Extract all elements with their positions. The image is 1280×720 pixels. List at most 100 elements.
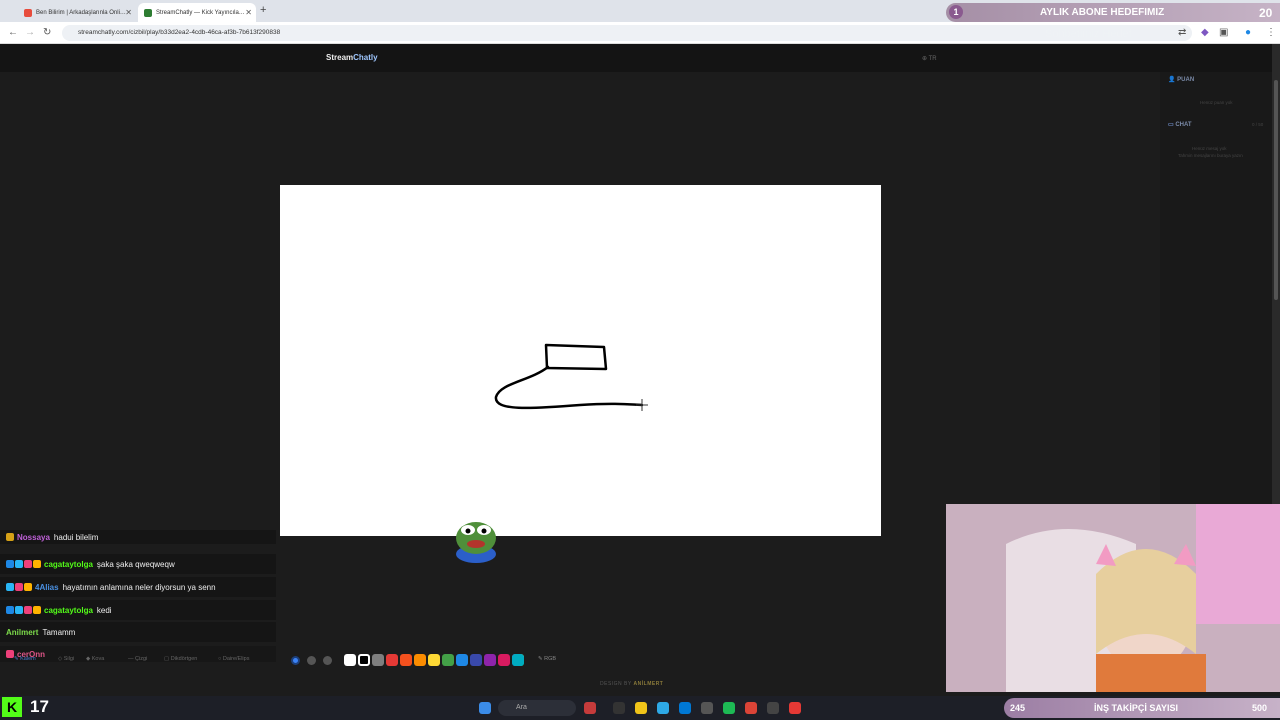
color-swatch[interactable]	[358, 654, 370, 666]
eraser-icon: ◇	[58, 656, 63, 662]
follower-goal-target: 500	[1252, 703, 1268, 713]
tool-label: Silgi	[63, 656, 75, 662]
brush-size-large[interactable]	[323, 656, 332, 665]
file-explorer-icon[interactable]	[635, 702, 647, 714]
chat-count: 0 / 50	[1252, 122, 1264, 127]
color-swatch[interactable]	[470, 654, 482, 666]
color-swatch[interactable]	[400, 654, 412, 666]
tool-bucket[interactable]: ◆ Kova	[86, 656, 104, 662]
menu-icon[interactable]: ⋮	[1266, 27, 1276, 38]
badge-icon	[6, 533, 14, 541]
app-taskbar-icon[interactable]	[584, 702, 596, 714]
forward-icon[interactable]: →	[25, 27, 35, 38]
moderator-badge-icon	[6, 560, 14, 568]
eyedropper-icon: ✎	[538, 656, 543, 662]
color-swatch[interactable]	[442, 654, 454, 666]
user-badges	[6, 606, 41, 614]
back-icon[interactable]: ←	[8, 27, 18, 38]
chat-username[interactable]: cagataytolga	[44, 560, 93, 569]
diamond-badge-icon	[15, 560, 23, 568]
tool-label: Kova	[91, 656, 105, 662]
url-text: streamchatly.com/cizbil/play/b33d2ea2-4c…	[78, 29, 281, 36]
chat-empty-hint: Tahmin mesajlarını buraya yazın	[1178, 153, 1243, 158]
chat-username[interactable]: 4Alias	[35, 583, 59, 592]
cat-badge-icon	[15, 583, 23, 591]
tool-eraser[interactable]: ◇ Silgi	[58, 656, 74, 662]
language-selector[interactable]: ⊕ TR	[922, 55, 937, 62]
spotify-icon[interactable]	[723, 702, 735, 714]
footer-brand: ANİLMERT	[633, 681, 664, 687]
score-title: 👤 PUAN	[1168, 76, 1194, 83]
color-swatch[interactable]	[372, 654, 384, 666]
moderator-badge-icon	[6, 606, 14, 614]
goal-number: 1	[949, 5, 963, 19]
recording-app-icon[interactable]	[789, 702, 801, 714]
store-icon[interactable]	[701, 702, 713, 714]
profile-avatar-icon[interactable]: ●	[1245, 27, 1251, 38]
close-tab-icon[interactable]: ✕	[245, 8, 252, 17]
pencil-icon: ✎	[14, 656, 19, 662]
logo-text: Stream	[326, 53, 354, 62]
bucket-icon: ◆	[86, 656, 91, 662]
sketch-boot-sole	[494, 365, 644, 410]
cat-badge-icon	[24, 606, 32, 614]
obs-icon[interactable]	[767, 702, 779, 714]
sketch-boot-top	[544, 343, 608, 371]
scrollbar-thumb[interactable]	[1274, 80, 1278, 300]
color-swatch[interactable]	[344, 654, 356, 666]
mail-icon[interactable]	[679, 702, 691, 714]
kick-logo: K	[2, 697, 22, 717]
pepe-emote-icon	[456, 522, 496, 563]
drawing-canvas[interactable]	[280, 185, 881, 536]
chrome-icon[interactable]	[745, 702, 757, 714]
app-logo[interactable]: StreamChatly	[326, 53, 378, 62]
color-swatch[interactable]	[386, 654, 398, 666]
color-swatch[interactable]	[414, 654, 426, 666]
extensions-puzzle-icon[interactable]: ▣	[1219, 27, 1228, 38]
color-swatch[interactable]	[498, 654, 510, 666]
task-view-icon[interactable]	[613, 702, 625, 714]
color-swatch[interactable]	[484, 654, 496, 666]
brush-size-small[interactable]	[291, 656, 300, 665]
chat-message-row: 4Alias hayatımın anlamına neler diyorsun…	[0, 577, 276, 597]
kick-viewer-count: 17	[30, 697, 49, 716]
cat-badge-icon	[24, 560, 32, 568]
brush-size-medium[interactable]	[307, 656, 316, 665]
webcam-feed	[946, 504, 1280, 692]
close-tab-icon[interactable]: ✕	[125, 8, 132, 17]
chat-message-text: kedi	[96, 605, 112, 615]
rgb-button[interactable]: ✎ RGB	[538, 656, 556, 662]
tool-line[interactable]: — Çizgi	[128, 656, 147, 662]
color-swatch[interactable]	[456, 654, 468, 666]
url-field[interactable]: streamchatly.com/cizbil/play/b33d2ea2-4c…	[62, 25, 1192, 41]
browser-tab-streamchatly[interactable]: StreamChatly — Kick Yayıncıla… ✕	[138, 3, 256, 22]
line-icon: —	[128, 656, 134, 662]
windows-start-icon[interactable]	[479, 702, 491, 714]
extension-icon[interactable]: ◆	[1201, 27, 1209, 38]
browser-tab-benbilirim[interactable]: Ben Bilirim | Arkadaşlarınla Onli… ✕	[18, 3, 136, 22]
tool-ellipse[interactable]: ○ Daire/Elips	[218, 656, 249, 662]
chat-username[interactable]: Nossaya	[17, 533, 50, 542]
tool-label: Dikdörtgen	[170, 656, 198, 662]
tool-rectangle[interactable]: ▢ Dikdörtgen	[164, 656, 197, 662]
follower-goal-label: İNŞ TAKİPÇİ SAYISI	[1094, 703, 1179, 713]
color-swatch[interactable]	[428, 654, 440, 666]
taskbar-search[interactable]: Ara	[498, 700, 576, 716]
settings-icon[interactable]: ⇄	[1178, 27, 1186, 38]
chat-username[interactable]: Anilmert	[6, 628, 38, 637]
tab-title: Ben Bilirim | Arkadaşlarınla Onli…	[36, 9, 126, 16]
design-credit: DESIGN BY ANİLMERT	[600, 681, 663, 687]
color-swatch[interactable]	[512, 654, 524, 666]
tool-pen[interactable]: ✎ Kalem	[14, 656, 36, 662]
chat-message-row: Nossaya hadui bilelim	[0, 530, 276, 544]
edge-icon[interactable]	[657, 702, 669, 714]
chat-message-text: Tamamm	[42, 627, 76, 637]
reload-icon[interactable]: ↻	[43, 27, 51, 38]
new-tab-icon[interactable]: +	[260, 4, 266, 16]
chat-title: ▭ CHAT	[1168, 121, 1192, 128]
user-icon: 👤	[1168, 77, 1176, 83]
chat-username[interactable]: cagataytolga	[44, 606, 93, 615]
chat-message-row: cagataytolga şaka şaka qweqweqw	[0, 554, 276, 574]
user-badges	[6, 533, 14, 541]
user-badges	[6, 560, 41, 568]
